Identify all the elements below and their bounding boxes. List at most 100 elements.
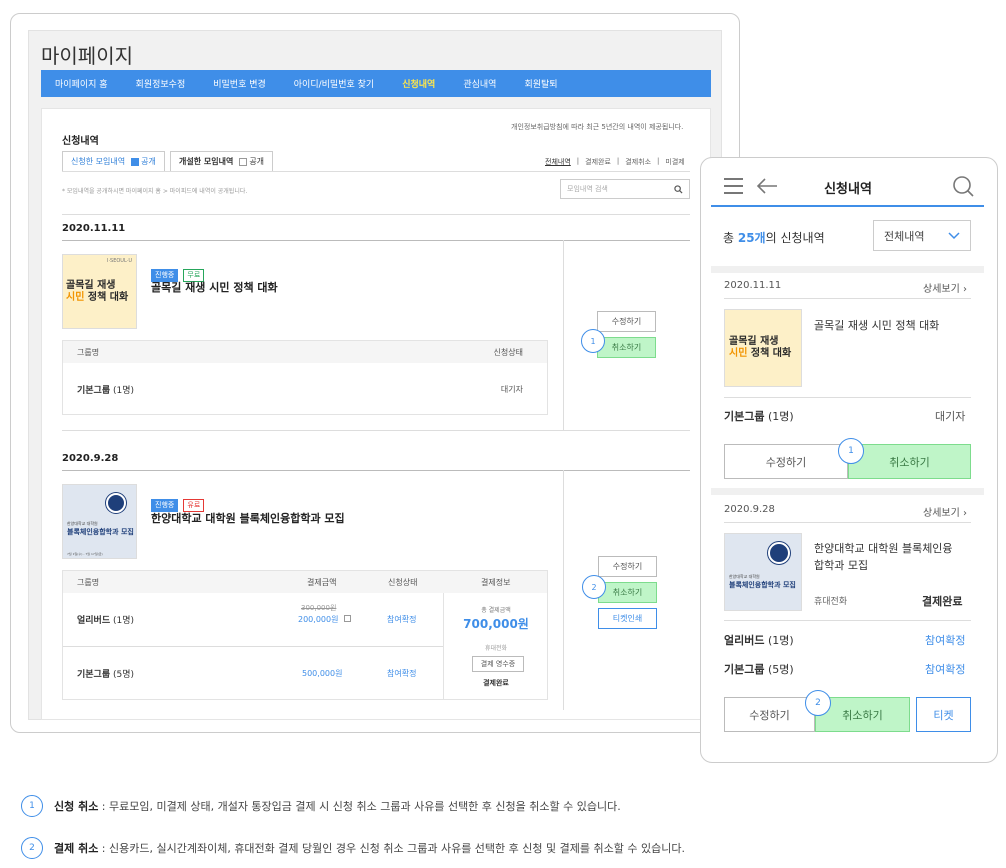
item2-title[interactable]: 한양대학교 대학원 블록체인융합학과 모집 bbox=[151, 510, 345, 526]
ticket-print-button[interactable]: 티켓인쇄 bbox=[598, 608, 657, 629]
col-status: 신청상태 bbox=[388, 578, 418, 587]
m-marker-1: 1 bbox=[838, 438, 864, 464]
nav-item-withdraw[interactable]: 회원탈퇴 bbox=[524, 77, 557, 90]
divider bbox=[62, 240, 690, 241]
col-status: 신청상태 bbox=[493, 347, 523, 357]
m-row2-status: 참여확정 bbox=[925, 663, 966, 676]
m-edit-button[interactable]: 수정하기 bbox=[724, 697, 815, 732]
col-payinfo: 결제정보 bbox=[481, 578, 511, 587]
item1-date: 2020.11.11 bbox=[62, 223, 126, 234]
vertical-divider bbox=[563, 470, 564, 710]
m-item1-group: 기본그룹 (1명) bbox=[724, 410, 794, 423]
receipt-button[interactable]: 결제 영수증 bbox=[472, 656, 524, 672]
apply-status: 대기자 bbox=[500, 384, 523, 394]
item2-date: 2020.9.28 bbox=[62, 453, 119, 464]
divider bbox=[724, 620, 971, 621]
price-info-icon[interactable] bbox=[344, 615, 351, 622]
m-item2-detail-link[interactable]: 상세보기 › bbox=[923, 504, 967, 519]
cancel-button[interactable]: 취소하기 bbox=[598, 582, 657, 603]
divider bbox=[62, 430, 690, 431]
cancel-button[interactable]: 취소하기 bbox=[597, 337, 656, 358]
marker-1: 1 bbox=[581, 329, 605, 353]
item2-thumbnail[interactable]: 한양대학교 대학원 블록체인융합학과 모집 7월 1일(수) - 7월 17일(… bbox=[62, 484, 137, 559]
public-checkbox-applied[interactable] bbox=[131, 157, 140, 166]
item2-group-table: 그룹명 결제금액 신청상태 결제정보 얼리버드 (1명) 300,000원 20… bbox=[62, 570, 548, 700]
m-item2-date: 2020.9.28 bbox=[724, 504, 775, 515]
section-gap bbox=[711, 488, 984, 495]
row2-name: 기본그룹 (5명) bbox=[77, 670, 135, 680]
header-underline bbox=[711, 205, 984, 207]
item1-group-table: 그룹명 신청상태 기본그룹 (1명) 대기자 bbox=[62, 340, 548, 415]
back-arrow-icon[interactable] bbox=[756, 178, 778, 194]
nav-item-applications[interactable]: 신청내역 bbox=[402, 77, 435, 90]
thumb-sub: 한양대학교 대학원 bbox=[67, 521, 98, 526]
tab-applied[interactable]: 신청한 모임내역 공개 bbox=[62, 151, 165, 171]
search-icon[interactable] bbox=[952, 175, 974, 197]
university-emblem-icon bbox=[106, 493, 126, 513]
nav-item-edit-profile[interactable]: 회원정보수정 bbox=[136, 77, 186, 90]
filter-links: 전체내역 | 결제완료 | 결제취소 | 미결제 bbox=[545, 157, 685, 167]
m-row1-status: 참여확정 bbox=[925, 634, 966, 647]
menu-icon[interactable] bbox=[724, 178, 743, 194]
filter-select-value: 전체내역 bbox=[884, 229, 925, 243]
m-edit-button[interactable]: 수정하기 bbox=[724, 444, 848, 479]
m-ticket-button[interactable]: 티켓 bbox=[916, 697, 971, 732]
filter-all[interactable]: 전체내역 bbox=[545, 157, 571, 167]
m-item2-thumbnail[interactable]: 한양대학교 대학원 블록체인융합학과 모집 bbox=[724, 533, 802, 611]
m-cancel-button[interactable]: 취소하기 bbox=[848, 444, 971, 479]
m-row2-name: 기본그룹 (5명) bbox=[724, 663, 794, 676]
public-label-applied: 공개 bbox=[141, 157, 156, 166]
nav-item-home[interactable]: 마이페이지 홈 bbox=[55, 77, 108, 90]
search-input[interactable]: 모임내역 검색 bbox=[567, 184, 608, 194]
col-amount: 결제금액 bbox=[307, 578, 337, 587]
item1-title[interactable]: 골목길 재생 시민 정책 대화 bbox=[151, 279, 278, 295]
m-item1-detail-link[interactable]: 상세보기 › bbox=[923, 280, 967, 295]
thumb-title: 블록체인융합학과 모집 bbox=[67, 528, 134, 536]
col-group: 그룹명 bbox=[77, 347, 100, 357]
item1-thumbnail[interactable]: I·SEOUL·U 골목길 재생 시민 정책 대화 bbox=[62, 254, 137, 329]
thumb-line2a: 시민 bbox=[66, 292, 85, 303]
m-item2-pay-method: 휴대전화 bbox=[814, 597, 848, 607]
row-divider bbox=[63, 646, 443, 647]
item2-badges: 진행중 유료 bbox=[151, 492, 205, 512]
vertical-divider bbox=[563, 240, 564, 430]
nav-item-find-id[interactable]: 아이디/비밀번호 찾기 bbox=[294, 77, 374, 90]
row1-status: 참여확정 bbox=[387, 615, 417, 624]
m-row1-name: 얼리버드 (1명) bbox=[724, 634, 794, 647]
m-marker-2: 2 bbox=[805, 690, 831, 716]
tab-opened[interactable]: 개설한 모임내역 공개 bbox=[170, 151, 274, 171]
search-box[interactable]: 모임내역 검색 bbox=[560, 179, 690, 199]
mobile-title: 신청내역 bbox=[824, 182, 872, 197]
note-1: 신청 취소 : 무료모임, 미결제 상태, 개설자 통장입금 결제 시 신청 취… bbox=[54, 800, 621, 813]
row1-name: 얼리버드 (1명) bbox=[77, 616, 135, 626]
chevron-down-icon bbox=[948, 231, 960, 239]
edit-button[interactable]: 수정하기 bbox=[598, 556, 657, 577]
thumb-brand: I·SEOUL·U bbox=[106, 258, 132, 264]
filter-unpaid[interactable]: 미결제 bbox=[665, 157, 684, 167]
thumb-line1: 골목길 재생 bbox=[66, 280, 116, 291]
row1-price: 200,000원 bbox=[298, 615, 339, 624]
nav-item-change-password[interactable]: 비밀번호 변경 bbox=[213, 77, 266, 90]
filter-select[interactable]: 전체내역 bbox=[873, 220, 971, 251]
divider bbox=[724, 522, 971, 523]
filter-cancelled[interactable]: 결제취소 bbox=[625, 157, 651, 167]
nav-item-interests[interactable]: 관심내역 bbox=[463, 77, 496, 90]
row2-price: 500,000원 bbox=[302, 669, 343, 678]
m-item1-thumbnail[interactable]: 골목길 재생 시민 정책 대화 bbox=[724, 309, 802, 387]
edit-button[interactable]: 수정하기 bbox=[597, 311, 656, 332]
tab-opened-label: 개설한 모임내역 bbox=[179, 157, 234, 166]
filter-paid[interactable]: 결제완료 bbox=[585, 157, 611, 167]
mypage-nav: 마이페이지 홈 회원정보수정 비밀번호 변경 아이디/비밀번호 찾기 신청내역 … bbox=[41, 70, 711, 97]
public-checkbox-opened[interactable] bbox=[239, 157, 248, 166]
note-2-marker: 2 bbox=[21, 837, 43, 859]
thumb-line2b: 정책 대화 bbox=[84, 292, 129, 303]
university-emblem-icon bbox=[768, 542, 790, 564]
tab-divider bbox=[62, 171, 690, 172]
total-label: 총 결제금액 bbox=[481, 607, 511, 614]
m-item1-title[interactable]: 골목길 재생 시민 정책 대화 bbox=[814, 317, 939, 333]
search-icon[interactable] bbox=[674, 184, 683, 194]
divider bbox=[724, 298, 971, 299]
row1-old-price: 300,000원 bbox=[301, 604, 337, 612]
m-item2-title[interactable]: 한양대학교 대학원 블록체인융 합학과 모집 bbox=[814, 541, 953, 574]
col-group: 그룹명 bbox=[77, 578, 100, 587]
